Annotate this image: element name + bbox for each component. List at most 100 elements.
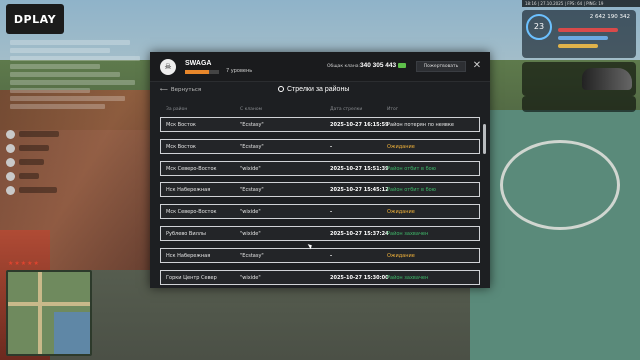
chat-line	[10, 48, 110, 53]
avatar	[6, 157, 15, 167]
cell-district: Нск Набережная	[166, 187, 211, 194]
avatar	[6, 185, 15, 195]
plaza-ring	[500, 140, 620, 230]
player-entry	[6, 170, 126, 182]
armor-bar	[558, 36, 608, 40]
chat-line	[10, 56, 140, 61]
clan-name: SWAGA	[185, 60, 212, 67]
table-row[interactable]: Мск Восток "Ecstasy" 2025-10-27 16:15:59…	[160, 117, 480, 132]
cell-district: Мск Северо-Восток	[166, 209, 217, 216]
wanted-stars-icon: ★★★★★	[8, 260, 40, 267]
table-row[interactable]: Рублево Виллы "wixide" 2025-10-27 15:37:…	[160, 225, 480, 241]
modal-header: ☠ SWAGA 7 уровень Общак клана: 340 305 4…	[150, 52, 490, 82]
player-entry	[6, 156, 126, 168]
battles-table: Мск Восток "Ecstasy" 2025-10-27 16:15:59…	[160, 117, 480, 288]
cell-opponent: "wixide"	[240, 274, 261, 281]
cell-opponent: "Ecstasy"	[240, 187, 264, 194]
col-result: Итог	[387, 107, 399, 112]
cell-district: Горки Центр Север	[166, 274, 217, 281]
chat-line	[10, 80, 135, 85]
chat-line	[10, 64, 100, 69]
money-display: 2 642 190 342	[589, 14, 630, 20]
avatar	[6, 171, 15, 181]
col-date: Дата стрелки	[330, 107, 363, 112]
clan-wars-modal: ☠ SWAGA 7 уровень Общак клана: 340 305 4…	[150, 52, 490, 288]
player-name	[19, 131, 59, 137]
clan-level-progress	[185, 70, 219, 74]
nearby-players	[6, 128, 126, 198]
chat-line	[10, 72, 120, 77]
arrow-left-icon: ⟵	[160, 87, 168, 93]
cell-result: Район отбит в бою	[387, 187, 436, 194]
cell-date: 2025-10-27 15:30:00	[330, 274, 389, 281]
table-row[interactable]: Горки Центр Север "wixide" 2025-10-27 15…	[160, 269, 480, 285]
crosshair-icon	[278, 86, 284, 92]
cell-date: -	[330, 209, 333, 216]
table-row[interactable]: Нск Набережная "Ecstasy" 2025-10-27 15:4…	[160, 182, 480, 198]
player-name	[19, 159, 44, 165]
hunger-bar	[558, 44, 598, 48]
minimap-road	[8, 302, 90, 306]
chat-line	[10, 96, 125, 101]
player-entry	[6, 142, 126, 154]
avatar	[6, 129, 15, 139]
table-header: За район С кланом Дата стрелки Итог	[166, 107, 486, 115]
clan-emblem-icon: ☠	[160, 59, 176, 75]
player-name	[19, 173, 39, 179]
cell-result: Район захвачен	[387, 274, 429, 281]
player-hud: 23 2 642 190 342	[522, 10, 636, 58]
player-name	[19, 187, 57, 193]
minimap	[6, 270, 92, 356]
table-row[interactable]: Мск Восток "Ecstasy" - Ожидание	[160, 138, 480, 154]
cell-opponent: "wixide"	[240, 230, 261, 237]
modal-subheader: ⟵ Вернуться Стрелки за районы	[150, 82, 490, 100]
table-row[interactable]: Мск Северо-Восток "wixide" - Ожидание	[160, 204, 480, 220]
cell-opponent: "Ecstasy"	[240, 143, 264, 150]
donate-button[interactable]: Пожертвовать	[416, 61, 466, 72]
cell-result: Район захвачен	[387, 230, 429, 237]
quest-panel[interactable]	[522, 96, 636, 112]
cell-district: Нск Набережная	[166, 252, 211, 259]
cell-district: Рублево Виллы	[166, 230, 206, 237]
cell-date: 2025-10-27 16:15:59	[330, 122, 389, 128]
player-name	[19, 145, 49, 151]
player-entry	[6, 184, 126, 196]
status-bar: 18:16 | 27.10.2025 | FPS: 64 | PING: 19	[522, 0, 640, 7]
table-row[interactable]: Нск Набережная "Ecstasy" - Ожидание	[160, 247, 480, 263]
cell-date: 2025-10-27 15:51:39	[330, 165, 389, 172]
player-entry	[6, 128, 126, 140]
clan-level-progress-fill	[185, 70, 209, 74]
back-button[interactable]: ⟵ Вернуться	[160, 87, 201, 93]
cell-district: Мск Восток	[166, 122, 196, 128]
cell-result: Район потерян по неявке	[387, 122, 454, 128]
chat-line	[10, 104, 105, 109]
cell-opponent: "wixide"	[240, 165, 261, 172]
section-title-text: Стрелки за районы	[287, 86, 350, 93]
health-bar	[558, 28, 618, 32]
clan-wallet-value: 340 305 443	[360, 62, 397, 69]
clan-wallet-label: Общак клана:	[327, 64, 361, 69]
cell-opponent: "Ecstasy"	[240, 122, 264, 128]
scrollbar[interactable]	[483, 124, 486, 154]
server-logo: DPLAY	[6, 4, 64, 34]
promo-banner[interactable]	[522, 62, 636, 96]
cell-date: 2025-10-27 15:45:12	[330, 187, 389, 194]
col-district: За район	[166, 107, 188, 112]
cell-opponent: "wixide"	[240, 209, 261, 216]
cell-result: Ожидание	[387, 252, 415, 259]
cell-district: Мск Северо-Восток	[166, 165, 217, 172]
cell-result: Район отбит в бою	[387, 165, 436, 172]
chat-line	[10, 40, 130, 45]
player-level: 23	[526, 14, 552, 40]
section-title: Стрелки за районы	[278, 86, 349, 93]
cell-district: Мск Восток	[166, 143, 196, 150]
chat-line	[10, 88, 90, 93]
col-opponent: С кланом	[240, 107, 263, 112]
table-row[interactable]: Мск Северо-Восток "wixide" 2025-10-27 15…	[160, 160, 480, 176]
avatar	[6, 143, 15, 153]
clan-level: 7 уровень	[226, 68, 253, 74]
cell-date: -	[330, 143, 333, 150]
cash-icon	[398, 63, 406, 68]
close-button[interactable]: ✕	[471, 60, 483, 72]
car-icon	[582, 68, 632, 90]
